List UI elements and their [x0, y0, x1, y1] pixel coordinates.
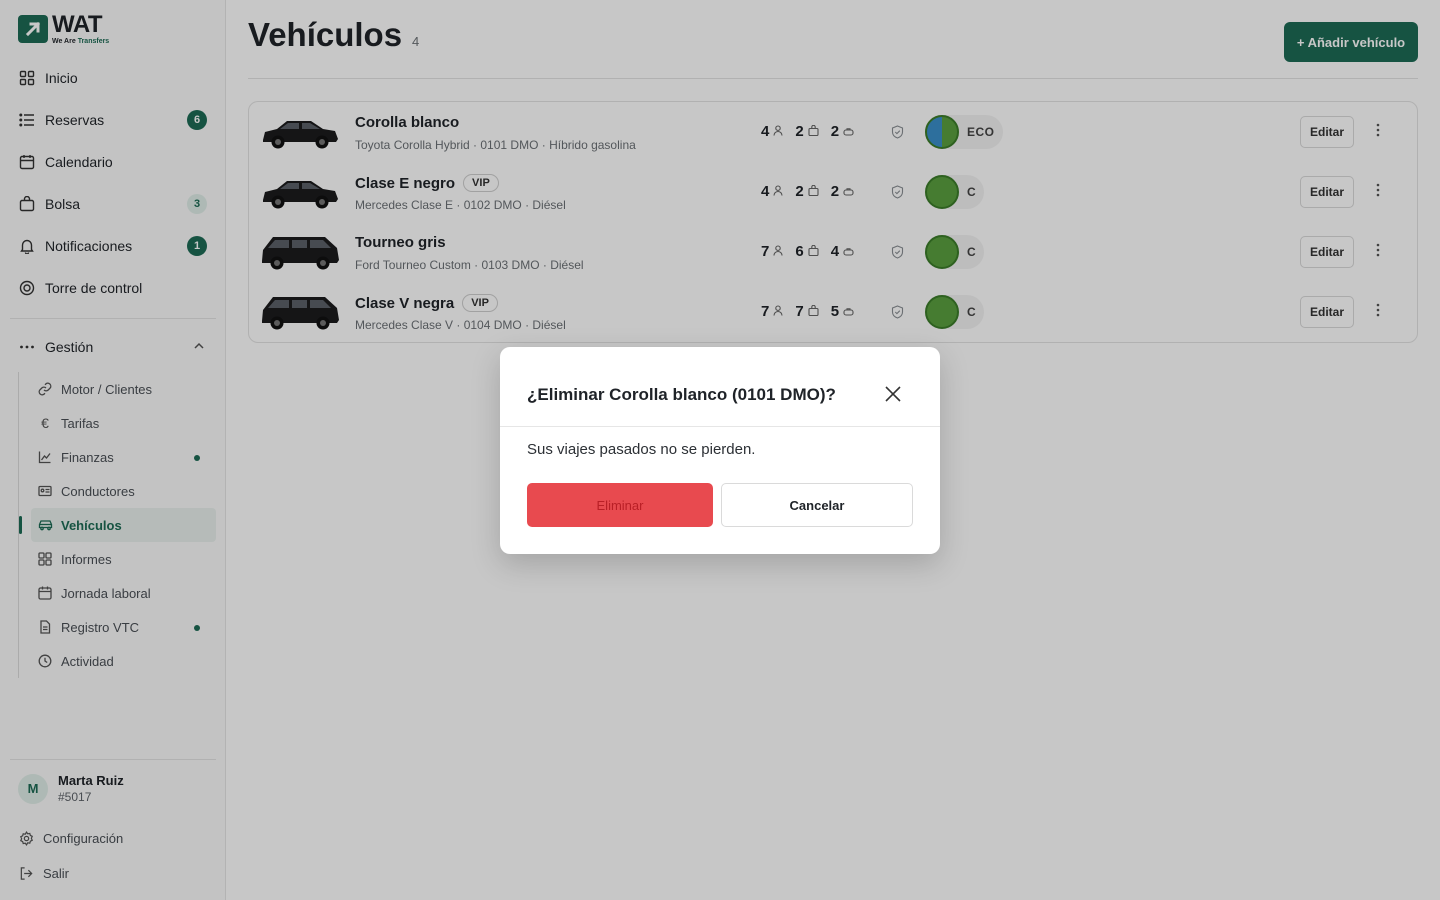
- dialog-divider: [500, 426, 940, 427]
- delete-confirm-dialog: ¿Eliminar Corolla blanco (0101 DMO)? Sus…: [500, 347, 940, 554]
- dialog-title: ¿Eliminar Corolla blanco (0101 DMO)?: [527, 385, 836, 404]
- delete-button[interactable]: Eliminar: [527, 483, 713, 527]
- cancel-button[interactable]: Cancelar: [721, 483, 913, 527]
- close-icon[interactable]: [884, 385, 902, 403]
- dialog-message: Sus viajes pasados no se pierden.: [527, 441, 756, 458]
